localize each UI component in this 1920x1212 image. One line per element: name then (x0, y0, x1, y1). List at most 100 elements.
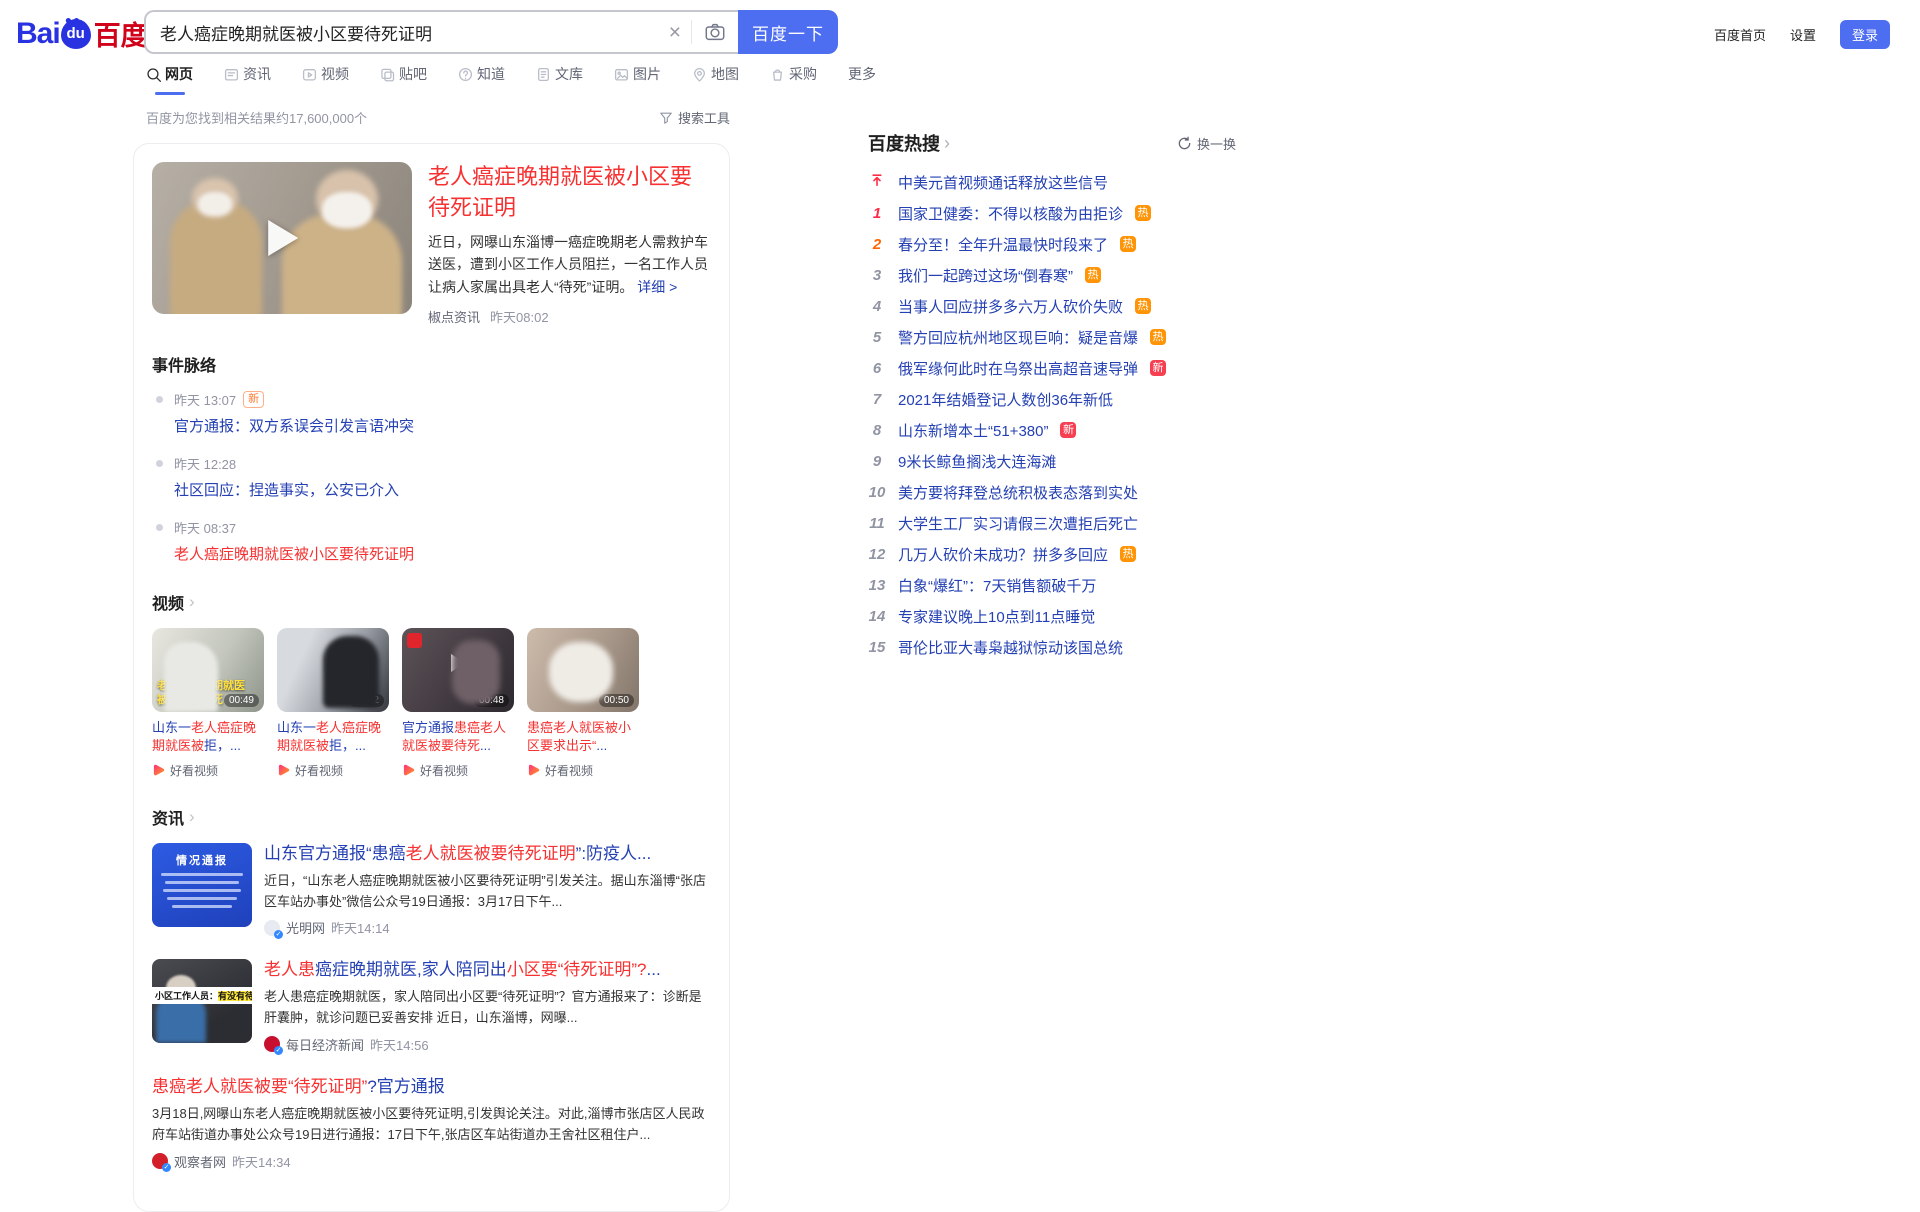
hot-search-link[interactable]: 美方要将拜登总统积极表态落到实处 (898, 482, 1138, 503)
search-input[interactable] (146, 22, 659, 42)
search-tools-button[interactable]: 搜索工具 (659, 108, 730, 127)
thumbnail-title: 情况通报 (152, 852, 252, 868)
baidu-logo[interactable]: Bai ●●du 百度 (16, 14, 148, 53)
logo-text-bai: Bai (16, 17, 60, 51)
video-thumbnail[interactable]: 老人癌症晚期就医被小区要待死00:49 (152, 628, 264, 712)
video-thumbnail[interactable]: 00:32 (277, 628, 389, 712)
video-title[interactable]: 山东一老人癌症晚期就医被拒，... (152, 719, 264, 757)
hot-search-item[interactable]: 14专家建议晚上10点到11点睡觉 (868, 606, 1288, 626)
text-line-decoration (163, 889, 241, 892)
clear-icon[interactable]: × (659, 22, 691, 43)
hot-rank: 12 (868, 546, 886, 563)
hot-search-item[interactable]: 15哥伦比亚大毒枭越狱惊动该国总统 (868, 637, 1288, 657)
top-result-source: 椒点资讯 (428, 307, 480, 326)
hot-search-link[interactable]: 大学生工厂实习请假三次遭拒后死亡 (898, 513, 1138, 534)
tab-zhidao[interactable]: 知道 (458, 64, 505, 95)
title-segment: 拒，... (329, 738, 366, 753)
login-button[interactable]: 登录 (1840, 20, 1890, 49)
results-info-row: 百度为您找到相关结果约17,600,000个 搜索工具 (146, 108, 730, 127)
nav-settings[interactable]: 设置 (1790, 25, 1816, 44)
play-icon (326, 654, 340, 672)
hot-search-item[interactable]: 6俄军缘何此时在乌祭出高超音速导弹新 (868, 358, 1288, 378)
chevron-right-icon[interactable]: › (189, 808, 195, 825)
hot-search-link[interactable]: 专家建议晚上10点到11点睡觉 (898, 606, 1095, 627)
news-thumbnail[interactable]: 小区工作人员：有没有待死证明 (152, 959, 252, 1043)
timeline-time: 昨天 12:28 (174, 454, 711, 473)
nav-baidu-home[interactable]: 百度首页 (1714, 25, 1766, 44)
video-card[interactable]: 00:50患癌老人就医被小区要求出示“...好看视频 (527, 628, 639, 779)
hot-search-item[interactable]: 3我们一起跨过这场“倒春寒”热 (868, 265, 1288, 285)
hot-search-link[interactable]: 国家卫健委：不得以核酸为由拒诊 (898, 203, 1123, 224)
video-source: 好看视频 (152, 762, 264, 779)
top-result-video-thumbnail[interactable] (152, 162, 412, 314)
detail-link[interactable]: 详细 > (637, 279, 677, 295)
tab-caigou[interactable]: 采购 (770, 64, 817, 95)
news-meta: ✓观察者网昨天14:34 (152, 1152, 711, 1171)
hot-search-item[interactable]: 中美元首视频通话释放这些信号 (868, 172, 1288, 192)
tab-image[interactable]: 图片 (614, 64, 661, 95)
tab-more[interactable]: 更多 (848, 64, 876, 95)
play-icon[interactable] (268, 220, 298, 256)
timeline-link[interactable]: 社区回应：捏造事实，公安已介入 (174, 479, 399, 500)
video-title[interactable]: 山东一老人癌症晚期就医被拒，... (277, 719, 389, 757)
hot-search-item[interactable]: 4当事人回应拼多多六万人砍价失败热 (868, 296, 1288, 316)
hot-search-item[interactable]: 8山东新增本土“51+380”新 (868, 420, 1288, 440)
video-thumbnail[interactable]: 00:50 (527, 628, 639, 712)
hot-search-link[interactable]: 当事人回应拼多多六万人砍价失败 (898, 296, 1123, 317)
hot-search-link[interactable]: 9米长鲸鱼搁浅大连海滩 (898, 451, 1056, 472)
tab-web[interactable]: 网页 (146, 64, 193, 95)
timeline-link[interactable]: 老人癌症晚期就医被小区要待死证明 (174, 543, 414, 564)
timeline-time: 昨天 08:37 (174, 518, 711, 537)
video-card[interactable]: 老人癌症晚期就医被小区要待死00:49 山东一老人癌症晚期就医被拒，... 好看视频 (152, 628, 264, 779)
tab-wenku[interactable]: 文库 (536, 64, 583, 95)
video-card[interactable]: 00:32山东一老人癌症晚期就医被拒，...好看视频 (277, 628, 389, 779)
hot-search-link[interactable]: 我们一起跨过这场“倒春寒” (898, 265, 1073, 286)
news-title[interactable]: 山东官方通报“患癌老人就医被要待死证明”:防疫人... (264, 843, 711, 865)
hot-search-link[interactable]: 白象“爆红”：7天销售额破千万 (898, 575, 1096, 596)
search-button[interactable]: 百度一下 (738, 10, 838, 54)
news-meta: ✓光明网昨天14:14 (264, 918, 711, 937)
hot-search-item[interactable]: 1国家卫健委：不得以核酸为由拒诊热 (868, 203, 1288, 223)
hot-search-item[interactable]: 13白象“爆红”：7天销售额破千万 (868, 575, 1288, 595)
hot-search-link[interactable]: 2021年结婚登记人数创36年新低 (898, 389, 1113, 410)
title-segment: 癌症晚期就医,家人陪同出 (315, 960, 507, 979)
tab-news[interactable]: 资讯 (224, 64, 271, 95)
tab-video[interactable]: 视频 (302, 64, 349, 95)
video-title[interactable]: 患癌老人就医被小区要求出示“... (527, 719, 639, 757)
hot-search-link[interactable]: 山东新增本土“51+380” (898, 420, 1048, 441)
hot-search-item[interactable]: 5警方回应杭州地区现巨响：疑是音爆热 (868, 327, 1288, 347)
hot-search-item[interactable]: 10美方要将拜登总统积极表态落到实处 (868, 482, 1288, 502)
search-box[interactable]: × (144, 10, 738, 54)
camera-icon[interactable] (692, 21, 738, 43)
timeline-link[interactable]: 官方通报：双方系误会引发言语冲突 (174, 415, 414, 436)
tab-map[interactable]: 地图 (692, 64, 739, 95)
hot-search-item[interactable]: 99米长鲸鱼搁浅大连海滩 (868, 451, 1288, 471)
video-thumbnail[interactable]: 00:48 (402, 628, 514, 712)
hot-search-item[interactable]: 2春分至！全年升温最快时段来了热 (868, 234, 1288, 254)
hot-search-link[interactable]: 几万人砍价未成功？拼多多回应 (898, 544, 1108, 565)
news-thumbnail[interactable]: 情况通报 (152, 843, 252, 927)
hot-search-link[interactable]: 警方回应杭州地区现巨响：疑是音爆 (898, 327, 1138, 348)
video-title[interactable]: 官方通报患癌老人就医被要待死... (402, 719, 514, 757)
hot-search-link[interactable]: 俄军缘何此时在乌祭出高超音速导弹 (898, 358, 1138, 379)
hot-search-item[interactable]: 72021年结婚登记人数创36年新低 (868, 389, 1288, 409)
hot-search-heading: 百度热搜› (868, 130, 950, 156)
top-result-title[interactable]: 老人癌症晚期就医被小区要待死证明 (428, 162, 711, 224)
hot-search-item[interactable]: 12 几万人砍价未成功？拼多多回应热 (868, 544, 1288, 564)
map-icon (692, 67, 707, 82)
chevron-right-icon[interactable]: › (189, 593, 195, 610)
hot-search-item[interactable]: 11大学生工厂实习请假三次遭拒后死亡 (868, 513, 1288, 533)
news-title[interactable]: 老人患癌症晚期就医,家人陪同出小区要“待死证明”?... (264, 959, 711, 981)
refresh-button[interactable]: 换一换 (1177, 134, 1236, 153)
hot-search-link[interactable]: 哥伦比亚大毒枭越狱惊动该国总统 (898, 637, 1123, 658)
hot-search-link[interactable]: 春分至！全年升温最快时段来了 (898, 234, 1108, 255)
video-card[interactable]: 00:48官方通报患癌老人就医被要待死...好看视频 (402, 628, 514, 779)
tab-tieba[interactable]: 贴吧 (380, 64, 427, 95)
hot-search-link[interactable]: 中美元首视频通话释放这些信号 (898, 172, 1108, 193)
hot-badge: 热 (1120, 546, 1136, 562)
play-icon (451, 654, 465, 672)
news-title[interactable]: 患癌老人就医被要“待死证明”?官方通报 (152, 1076, 711, 1098)
source-avatar: ✓ (264, 1036, 280, 1052)
news-item: 情况通报山东官方通报“患癌老人就医被要待死证明”:防疫人...近日，“山东老人癌… (152, 843, 711, 938)
chevron-right-icon[interactable]: › (944, 133, 950, 154)
